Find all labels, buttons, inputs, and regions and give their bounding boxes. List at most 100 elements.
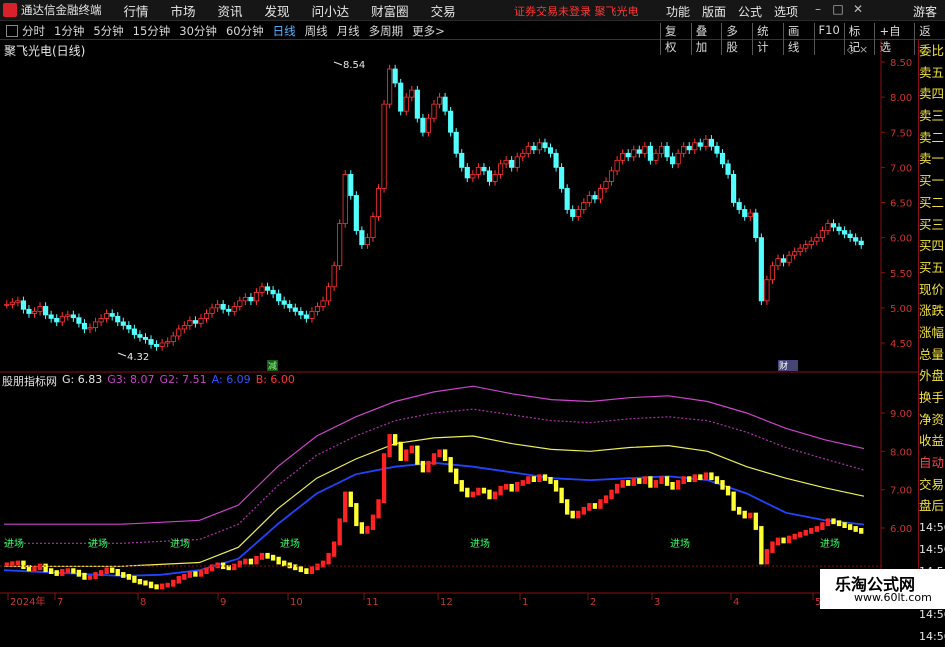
- candle-body: [126, 325, 132, 330]
- panel-settings-icon[interactable]: ◇ ×: [847, 43, 868, 56]
- menu-wealth[interactable]: 财富圈: [371, 1, 409, 20]
- watermark-url: www.60lt.com: [854, 591, 932, 604]
- indicator-candle: [420, 460, 426, 473]
- menu-discover[interactable]: 发现: [265, 1, 290, 20]
- period-tab-daily[interactable]: 日线: [273, 23, 296, 39]
- period-tab[interactable]: 月线: [337, 23, 360, 39]
- indicator-candle: [121, 572, 126, 578]
- indicator-candle: [587, 503, 592, 511]
- side-item[interactable]: 买二: [919, 192, 945, 214]
- candle-body: [642, 145, 648, 154]
- candle-body: [836, 226, 842, 231]
- side-item[interactable]: 交易: [919, 474, 945, 496]
- period-tab[interactable]: 周线: [305, 23, 328, 39]
- menu-layout[interactable]: 版面: [702, 3, 726, 20]
- candle-body: [542, 142, 548, 149]
- candle-body: [298, 310, 304, 316]
- period-tab[interactable]: 5分钟: [93, 23, 123, 39]
- indicator-candle: [803, 529, 808, 536]
- kline-chart[interactable]: 8.50 8.00 7.50 7.00 6.50 6.00 5.50 5.00 4.50 8.54…: [0, 40, 918, 609]
- indicator-candle: [842, 522, 847, 528]
- side-item[interactable]: 卖四: [919, 83, 945, 105]
- candle-body: [664, 145, 670, 158]
- minimize-icon[interactable]: –: [808, 2, 828, 16]
- side-item[interactable]: 买一: [919, 170, 945, 192]
- close-icon[interactable]: ✕: [848, 2, 868, 16]
- side-item[interactable]: 卖二: [919, 127, 945, 149]
- indicator-candle: [87, 575, 93, 580]
- candle-body: [769, 265, 776, 281]
- side-item[interactable]: 14:56: [919, 539, 945, 561]
- candle-body: [470, 173, 476, 179]
- candle-body: [631, 149, 637, 158]
- side-item[interactable]: 换手: [919, 387, 945, 409]
- side-item[interactable]: 总量: [919, 344, 945, 366]
- candle-body: [115, 315, 121, 323]
- candle-body: [714, 145, 720, 154]
- indicator-candle: [232, 563, 237, 571]
- side-item[interactable]: 委比: [919, 40, 945, 62]
- period-tab[interactable]: 多周期: [369, 23, 404, 39]
- max-price-label: 8.54: [343, 60, 365, 71]
- side-item[interactable]: 涨跌: [919, 300, 945, 322]
- side-item[interactable]: 卖一: [919, 148, 945, 170]
- candle-body: [614, 159, 620, 172]
- side-item[interactable]: 净资: [919, 409, 945, 431]
- side-item[interactable]: 现价: [919, 279, 945, 301]
- indicator-candle: [409, 445, 414, 454]
- side-item[interactable]: 盘后: [919, 495, 945, 517]
- period-tab[interactable]: 60分钟: [226, 23, 264, 39]
- candle-body: [159, 342, 165, 347]
- menu-trade[interactable]: 交易: [431, 1, 456, 20]
- side-item[interactable]: 涨幅: [919, 322, 945, 344]
- side-item[interactable]: 14:56: [919, 626, 945, 647]
- side-item[interactable]: 外盘: [919, 365, 945, 387]
- menu-ask[interactable]: 问小达: [312, 1, 350, 20]
- candle-body: [215, 303, 221, 309]
- indicator-name[interactable]: 股朋指标网: [2, 373, 57, 389]
- menu-formula[interactable]: 公式: [738, 3, 762, 20]
- entry-signal-label: 进场: [170, 537, 190, 550]
- period-more[interactable]: 更多>: [412, 23, 445, 39]
- trade-login-notice[interactable]: 证券交易未登录 聚飞光电: [514, 3, 639, 19]
- menu-news[interactable]: 资讯: [218, 1, 243, 20]
- period-tabs: 分时 1分钟 5分钟 15分钟 30分钟 60分钟 日线 周线 月线 多周期 更…: [22, 23, 454, 39]
- period-tab[interactable]: 30分钟: [179, 23, 217, 39]
- candle-body: [398, 82, 404, 112]
- side-item[interactable]: 收益: [919, 430, 945, 452]
- indicator-candle: [104, 567, 109, 574]
- candle-body: [842, 230, 848, 235]
- side-item[interactable]: 卖五: [919, 62, 945, 84]
- period-tab[interactable]: 分时: [22, 23, 45, 39]
- menu-options[interactable]: 选项: [774, 3, 798, 20]
- candle-body: [403, 96, 409, 112]
- side-item[interactable]: 买四: [919, 235, 945, 257]
- menu-quotes[interactable]: 行情: [124, 1, 149, 20]
- candle-body: [464, 166, 470, 179]
- lock-icon[interactable]: [6, 24, 18, 37]
- candle-body: [486, 170, 493, 182]
- side-item[interactable]: 14:56: [919, 517, 945, 539]
- candle-body: [314, 306, 321, 312]
- guest-login[interactable]: 游客: [913, 3, 937, 20]
- entry-signal-label: 进场: [88, 537, 108, 550]
- period-tab[interactable]: 1分钟: [54, 23, 84, 39]
- candle-body: [220, 303, 226, 310]
- period-tab[interactable]: 15分钟: [133, 23, 171, 39]
- candle-body: [503, 159, 509, 165]
- side-item[interactable]: 卖三: [919, 105, 945, 127]
- candle-body: [9, 301, 15, 305]
- menu-market[interactable]: 市场: [171, 1, 196, 20]
- indicator-candle: [681, 476, 686, 484]
- side-item[interactable]: 买三: [919, 214, 945, 236]
- candle-body: [87, 327, 93, 330]
- side-item[interactable]: 买五: [919, 257, 945, 279]
- reduce-marker-label: 减: [268, 360, 277, 372]
- side-item[interactable]: 自动: [919, 452, 945, 474]
- entry-signal-label: 进场: [280, 537, 300, 550]
- candle-body: [553, 152, 559, 168]
- menu-function[interactable]: 功能: [666, 3, 690, 20]
- indicator-candle: [454, 468, 459, 484]
- entry-signal-label: 进场: [470, 537, 490, 550]
- maximize-icon[interactable]: □: [828, 2, 848, 16]
